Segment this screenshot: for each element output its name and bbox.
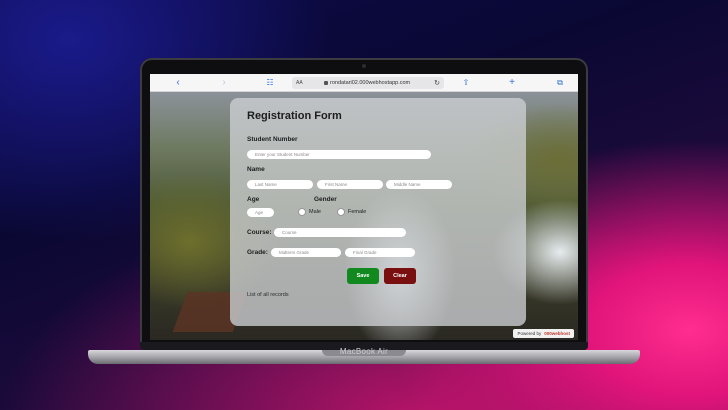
clear-button[interactable]: Clear [384,268,416,284]
page-title: Registration Form [247,110,342,122]
host-brand: 000webhost [544,331,570,336]
gender-male-label: Male [309,209,321,215]
grade-label: Grade: [247,249,268,256]
new-tab-icon[interactable]: + [506,76,518,90]
records-link[interactable]: List of all records [247,292,289,298]
gender-male-radio[interactable] [298,208,306,216]
share-icon[interactable]: ⇧ [460,76,472,90]
tabs-icon[interactable]: ⧉ [554,76,566,90]
student-number-input[interactable] [247,150,431,159]
camera [362,64,366,68]
gender-female-radio[interactable] [337,208,345,216]
lock-icon [324,81,328,85]
gender-female-label: Female [348,209,367,215]
browser-toolbar: ‹ › ☷ AA rondatari02.000webhostapp.com ↻… [150,74,578,92]
forward-icon[interactable]: › [218,76,230,90]
laptop-screen: ‹ › ☷ AA rondatari02.000webhostapp.com ↻… [150,74,578,340]
age-input[interactable] [247,208,274,217]
text-size-button[interactable]: AA [296,80,303,86]
back-icon[interactable]: ‹ [172,76,184,90]
url-text: rondatari02.000webhostapp.com [330,80,411,86]
model-label: MacBook Air [339,347,389,356]
name-label: Name [247,166,265,173]
laptop-lid: ‹ › ☷ AA rondatari02.000webhostapp.com ↻… [140,58,588,350]
midterm-grade-input[interactable] [271,248,341,257]
bookmarks-icon[interactable]: ☷ [264,76,276,90]
address-bar[interactable]: AA rondatari02.000webhostapp.com ↻ [292,77,444,89]
course-label: Course: [247,229,272,236]
gender-label: Gender [314,196,337,203]
save-button[interactable]: Save [347,268,379,284]
first-name-input[interactable] [317,180,383,189]
middle-name-input[interactable] [386,180,452,189]
age-label: Age [247,196,260,203]
web-page: Registration Form Student Number Name Ag… [150,92,578,340]
last-name-input[interactable] [247,180,313,189]
registration-card: Registration Form Student Number Name Ag… [230,98,526,326]
final-grade-input[interactable] [345,248,415,257]
reload-icon[interactable]: ↻ [434,79,440,87]
student-number-label: Student Number [247,136,298,143]
course-input[interactable] [274,228,406,237]
powered-by-badge[interactable]: Powered by 000webhost [513,329,574,338]
powered-by-text: Powered by [517,331,542,336]
